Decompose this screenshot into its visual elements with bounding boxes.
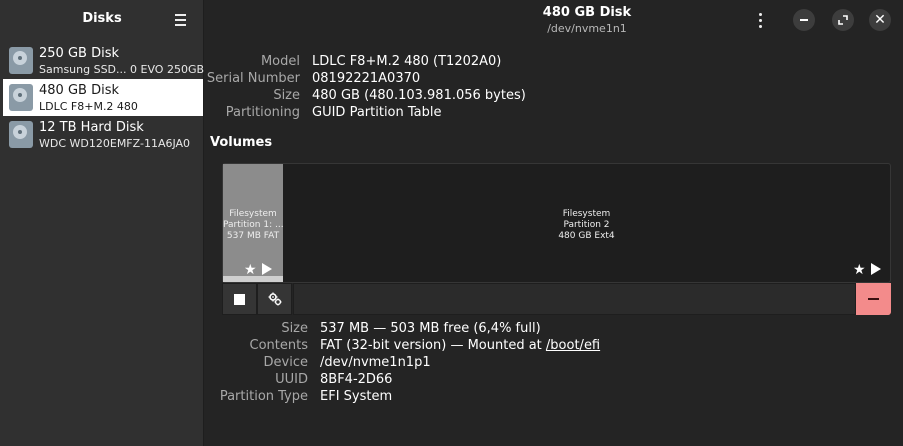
disk-list-item[interactable]: 12 TB Hard Disk WDC WD120EMFZ-11A6JA0 (3, 116, 203, 153)
part-device-label: Device (263, 355, 308, 370)
disk-drive-icon (9, 84, 33, 111)
maximize-icon (838, 15, 848, 25)
unmount-button[interactable] (222, 283, 257, 315)
disk-model: Samsung SSD... 0 EVO 250GB (39, 63, 205, 76)
mount-point-link[interactable]: /boot/efi (546, 338, 600, 353)
partitioning-value: GUID Partition Table (312, 105, 442, 120)
part-size-label: Size (281, 321, 308, 336)
partition-1-label: Filesystem Partition 1: ... 537 MB FAT (223, 209, 283, 242)
contents-text: FAT (32-bit version) — Mounted at (320, 338, 546, 353)
sidebar-header: Disks (0, 0, 204, 40)
close-icon: ✕ (874, 12, 886, 28)
partition-1-line1: Filesystem (229, 209, 277, 219)
disk-list-item-selected[interactable]: 480 GB Disk LDLC F8+M.2 480 (3, 79, 203, 116)
volume-toolbar (222, 283, 891, 315)
disk-list: 250 GB Disk Samsung SSD... 0 EVO 250GB 4… (3, 42, 205, 153)
size-value: 480 GB (480.103.981.056 bytes) (312, 88, 526, 103)
sidebar: Disks 250 GB Disk Samsung SSD... 0 EVO 2… (0, 0, 204, 446)
serial-label: Serial Number (206, 71, 300, 86)
part-contents-label: Contents (249, 338, 308, 353)
disk-name: 250 GB Disk (39, 46, 119, 61)
hamburger-menu-icon[interactable] (168, 10, 192, 30)
serial-value: 08192221A0370 (312, 71, 421, 86)
partition-1-line2: Partition 1: ... (223, 220, 283, 230)
partition-2-line1: Filesystem (562, 209, 611, 219)
vertical-dots-icon[interactable] (754, 10, 766, 30)
minus-icon (868, 298, 879, 300)
partition-2-line2: Partition 2 (563, 220, 610, 230)
part-type-value: EFI System (320, 389, 393, 404)
header-bar: 480 GB Disk /dev/nvme1n1 ✕ (205, 0, 903, 40)
partition-1-block[interactable]: Filesystem Partition 1: ... 537 MB FAT ★ (223, 164, 283, 282)
toolbar-spacer (293, 283, 856, 315)
disk-name: 12 TB Hard Disk (39, 120, 144, 135)
star-icon: ★ (853, 262, 866, 278)
minimize-icon (800, 19, 808, 21)
model-label: Model (260, 54, 300, 69)
partition-2-markers: ★ (853, 262, 881, 278)
partition-2-label: Filesystem Partition 2 480 GB Ext4 (283, 209, 890, 242)
partition-2-line3: 480 GB Ext4 (558, 231, 615, 241)
part-device-value: /dev/nvme1n1p1 (320, 355, 431, 370)
partition-1-usage-bar (223, 276, 283, 282)
disk-list-item[interactable]: 250 GB Disk Samsung SSD... 0 EVO 250GB (3, 42, 205, 79)
part-uuid-label: UUID (275, 372, 308, 387)
play-icon (261, 263, 272, 275)
stop-icon (234, 293, 245, 305)
disk-drive-icon (9, 47, 33, 74)
partition-settings-button[interactable] (257, 283, 292, 315)
disk-model: WDC WD120EMFZ-11A6JA0 (39, 137, 191, 150)
minimize-button[interactable] (793, 9, 815, 31)
part-uuid-value: 8BF4-2D66 (320, 372, 393, 387)
disk-drive-icon (9, 121, 33, 148)
disk-name: 480 GB Disk (39, 83, 119, 98)
close-button[interactable]: ✕ (869, 9, 891, 31)
delete-partition-button[interactable] (856, 283, 891, 315)
part-contents-value: FAT (32-bit version) — Mounted at /boot/… (320, 338, 600, 353)
volumes-heading: Volumes (210, 135, 273, 150)
volumes-graphic: Filesystem Partition 1: ... 537 MB FAT ★… (222, 163, 891, 283)
part-size-value: 537 MB — 503 MB free (6,4% full) (320, 321, 541, 336)
partitioning-label: Partitioning (225, 105, 300, 120)
model-value: LDLC F8+M.2 480 (T1202A0) (312, 54, 502, 69)
part-type-label: Partition Type (219, 389, 308, 404)
partition-2-block[interactable]: Filesystem Partition 2 480 GB Ext4 ★ (283, 164, 890, 282)
size-label: Size (273, 88, 300, 103)
maximize-button[interactable] (832, 9, 854, 31)
play-icon (870, 263, 881, 275)
partition-1-line3: 537 MB FAT (226, 231, 280, 241)
disk-model: LDLC F8+M.2 480 (39, 100, 138, 113)
gears-icon (268, 292, 281, 306)
